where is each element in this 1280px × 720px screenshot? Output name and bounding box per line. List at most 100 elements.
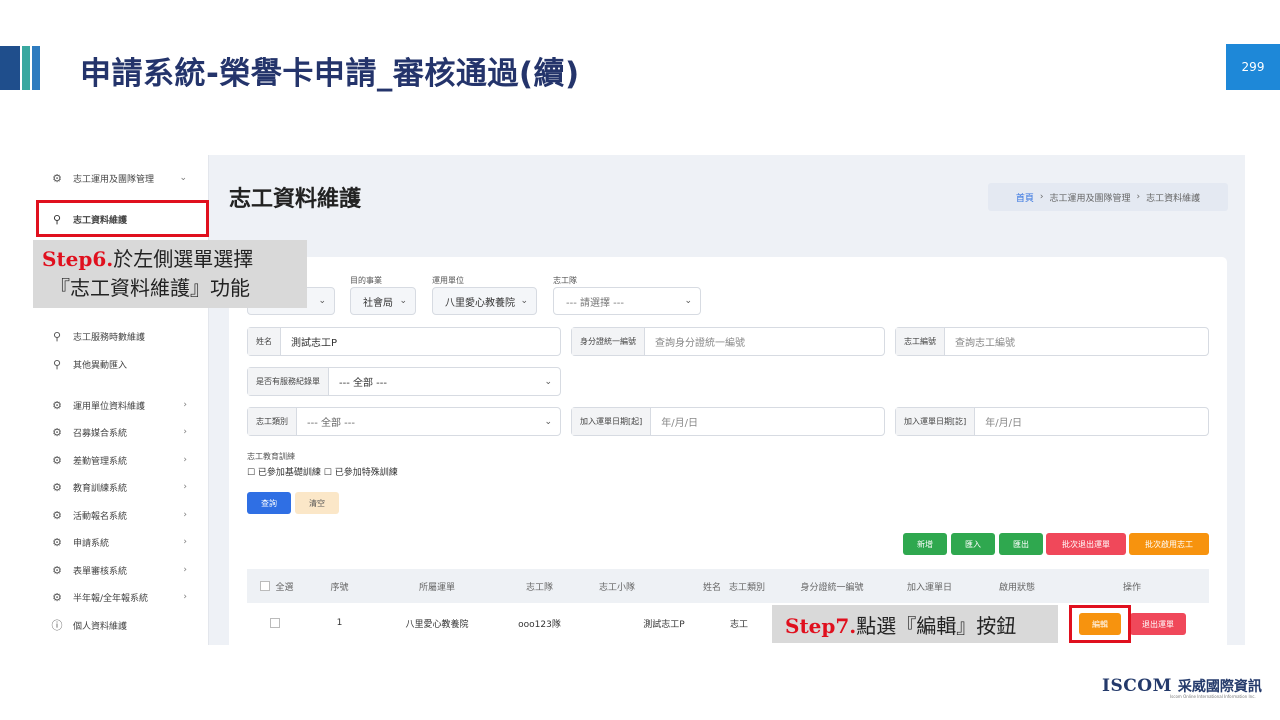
row-seq: 1: [336, 618, 343, 628]
chevron-right-icon: ›: [183, 400, 187, 410]
column-header: 全選: [275, 582, 294, 593]
column-header: 啟用狀態: [998, 582, 1035, 593]
chevron-right-icon: ›: [183, 427, 187, 437]
row-type: 志工: [729, 619, 748, 630]
table-header: 全選 序號 所屬運單 志工隊 志工小隊 姓名 志工類別 身分證統一編號 加入運單…: [247, 569, 1209, 603]
service-record-field[interactable]: 是否有服務紀錄單 --- 全部 --- ⌄: [247, 367, 561, 396]
breadcrumb-home-link[interactable]: 首頁: [1016, 191, 1034, 204]
step6-callout: Step6.於左側選單選擇 『志工資料維護』功能: [33, 240, 307, 308]
logo-text: ISCOM: [1102, 676, 1172, 696]
chevron-right-icon: ›: [183, 455, 187, 465]
chevron-right-icon: ›: [183, 592, 187, 602]
company-logo: ISCOM 采威國際資訊 Iscom Online International …: [1102, 676, 1262, 699]
info-icon: ⓘ: [51, 619, 63, 632]
sidebar-item-recruit[interactable]: ⚙ 召募媒合系統 ›: [34, 420, 209, 444]
search-card: ⌄ 目的事業 社會局 ⌄ 運用單位 八里愛心教養院 ⌄ 志工隊 --- 請選擇 …: [229, 257, 1227, 645]
chevron-down-icon: ⌄: [544, 376, 552, 387]
step7-highlight-box: [1069, 605, 1131, 643]
unit-value: 八里愛心教養院: [445, 297, 515, 309]
breadcrumb-item[interactable]: 志工運用及團隊管理: [1049, 191, 1130, 204]
volunteer-number-field[interactable]: 志工編號 查詢志工編號: [895, 327, 1209, 356]
chevron-right-icon: ›: [183, 537, 187, 547]
step7-text: 點選『編輯』按鈕: [856, 614, 1017, 638]
sidebar-item-label: 差勤管理系統: [73, 456, 128, 467]
sidebar-item-application[interactable]: ⚙ 申請系統 ›: [34, 530, 209, 554]
sidebar-item-reports[interactable]: ⚙ 半年報/全年報系統 ›: [34, 585, 209, 609]
breadcrumb-separator: ›: [1039, 192, 1044, 202]
column-header: 序號: [330, 582, 349, 593]
service-record-select[interactable]: --- 全部 ---: [329, 374, 560, 389]
sidebar-item-volunteer-management[interactable]: ⚙ 志工運用及團隊管理 ⌄: [34, 166, 209, 190]
volunteer-type-field[interactable]: 志工類別 --- 全部 --- ⌄: [247, 407, 561, 436]
exit-unit-button[interactable]: 退出運單: [1130, 613, 1186, 635]
sidebar-item-profile[interactable]: ⓘ 個人資料維護: [34, 613, 209, 637]
sidebar-item-label: 個人資料維護: [73, 621, 128, 632]
batch-enable-button[interactable]: 批次啟用志工: [1129, 533, 1209, 555]
add-button[interactable]: 新增: [903, 533, 947, 555]
gear-icon: ⚙: [52, 590, 62, 604]
sidebar-item-label: 活動報名系統: [73, 511, 128, 522]
chevron-down-icon: ⌄: [520, 296, 528, 306]
chevron-down-icon: ⌄: [544, 416, 552, 427]
training-checkboxes[interactable]: ☐ 已參加基礎訓練 ☐ 已參加特殊訓練: [247, 465, 398, 478]
volunteer-type-select[interactable]: --- 全部 ---: [297, 414, 560, 429]
name-field[interactable]: 姓名 測試志工P: [247, 327, 561, 356]
unit-label: 運用單位: [432, 276, 464, 285]
select-all-checkbox[interactable]: [260, 581, 271, 591]
sidebar-item-service-hours[interactable]: ⚲ 志工服務時數維護: [34, 324, 209, 348]
join-end-date-input[interactable]: 年/月/日: [975, 414, 1208, 429]
column-header: 所屬運單: [418, 582, 455, 593]
row-unit: 八里愛心教養院: [405, 619, 469, 630]
id-number-input[interactable]: 查詢身分證統一編號: [645, 334, 884, 349]
batch-exit-button[interactable]: 批次退出運單: [1046, 533, 1126, 555]
id-number-field[interactable]: 身分證統一編號 查詢身分證統一編號: [571, 327, 885, 356]
sidebar-item-form-review[interactable]: ⚙ 表單審核系統 ›: [34, 558, 209, 582]
step7-label: Step7.: [785, 614, 857, 638]
sidebar-item-label: 志工運用及團隊管理: [73, 174, 155, 185]
sidebar-item-other-import[interactable]: ⚲ 其他異動匯入: [34, 352, 209, 376]
gear-icon: ⚙: [52, 171, 62, 185]
column-header: 身分證統一編號: [800, 582, 864, 593]
gear-icon: ⚙: [52, 398, 62, 412]
row-checkbox[interactable]: [269, 618, 280, 628]
volunteer-number-input[interactable]: 查詢志工編號: [945, 334, 1208, 349]
logo-chinese-text: 采威國際資訊: [1177, 679, 1262, 695]
column-header: 加入運單日: [906, 582, 952, 593]
export-button[interactable]: 匯出: [999, 533, 1043, 555]
chevron-down-icon: ⌄: [179, 173, 187, 183]
team-select[interactable]: --- 請選擇 --- ⌄: [553, 287, 701, 315]
sidebar-item-label: 召募媒合系統: [73, 428, 128, 439]
step6-highlight-box: [36, 200, 209, 237]
team-placeholder: --- 請選擇 ---: [566, 297, 625, 309]
sidebar-item-training[interactable]: ⚙ 教育訓練系統 ›: [34, 475, 209, 499]
join-start-date-input[interactable]: 年/月/日: [651, 414, 884, 429]
slide-title: 申請系統-榮譽卡申請_審核通過(續): [80, 56, 580, 92]
search-button[interactable]: 查詢: [247, 492, 291, 514]
chevron-right-icon: ›: [183, 510, 187, 520]
join-end-date-field[interactable]: 加入運單日期[訖] 年/月/日: [895, 407, 1209, 436]
page-number: 299: [1226, 44, 1280, 90]
column-header: 操作: [1122, 582, 1141, 593]
sidebar-item-attendance[interactable]: ⚙ 差勤管理系統 ›: [34, 448, 209, 472]
import-button[interactable]: 匯入: [951, 533, 995, 555]
sidebar-item-unit-data[interactable]: ⚙ 運用單位資料維護 ›: [34, 393, 209, 417]
row-checkbox-cell[interactable]: [247, 606, 307, 640]
step6-text: 於左側選單選擇: [113, 247, 254, 271]
unit-select[interactable]: 八里愛心教養院 ⌄: [432, 287, 537, 315]
select-all-header[interactable]: 全選: [247, 569, 307, 603]
header-accent-bar: [22, 46, 30, 90]
header-accent-bar: [0, 46, 20, 90]
sidebar-item-label: 教育訓練系統: [73, 483, 128, 494]
purpose-select[interactable]: 社會局 ⌄: [350, 287, 416, 315]
chevron-right-icon: ›: [183, 565, 187, 575]
sidebar-item-events[interactable]: ⚙ 活動報名系統 ›: [34, 503, 209, 527]
volunteer-number-label: 志工編號: [896, 328, 945, 355]
join-start-date-field[interactable]: 加入運單日期[起] 年/月/日: [571, 407, 885, 436]
clear-button[interactable]: 清空: [295, 492, 339, 514]
page-title: 志工資料維護: [229, 187, 362, 212]
gear-icon: ⚙: [52, 563, 62, 577]
gear-icon: ⚙: [52, 535, 62, 549]
app-screenshot: ⚙ 志工運用及團隊管理 ⌄ ⚲ 志工資料維護 ⚲ 志工服務時數維護 ⚲ 其他異動…: [34, 155, 1245, 645]
step7-callout: Step7.點選『編輯』按鈕: [772, 605, 1058, 643]
name-input[interactable]: 測試志工P: [281, 334, 560, 349]
